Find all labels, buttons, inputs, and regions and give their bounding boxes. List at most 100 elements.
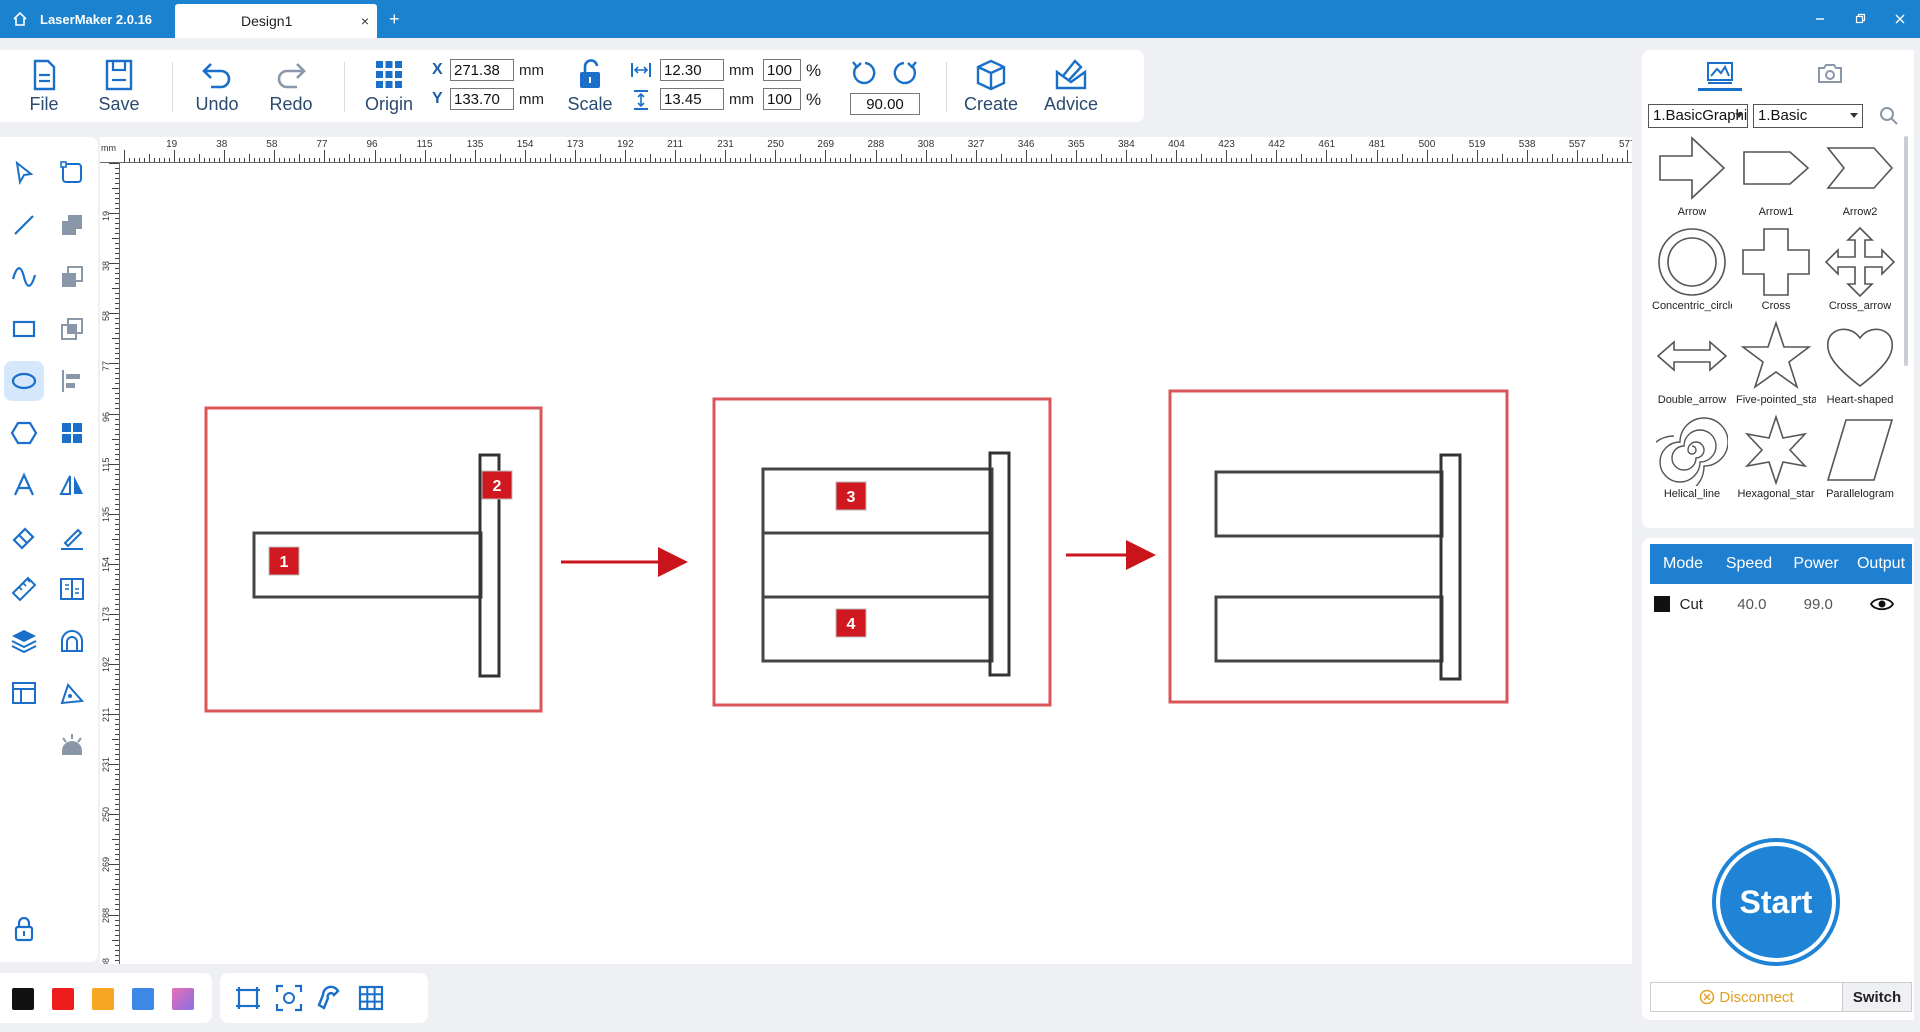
new-tab-button[interactable]: + xyxy=(389,9,400,30)
tab-graphics-library[interactable] xyxy=(1680,55,1760,91)
polygon-tool[interactable] xyxy=(4,413,44,453)
layout-icon xyxy=(12,682,36,704)
rotate-ccw-icon xyxy=(852,61,876,85)
x-position-input[interactable] xyxy=(450,59,514,81)
layer-row[interactable]: Cut 40.0 99.0 xyxy=(1650,586,1912,622)
node-edit-tool[interactable] xyxy=(52,153,92,193)
rectangle-tool[interactable] xyxy=(4,309,44,349)
shape-cross[interactable]: Cross xyxy=(1734,226,1818,320)
home-icon[interactable] xyxy=(0,0,40,38)
shape-list-scrollbar[interactable] xyxy=(1904,136,1908,366)
save-button[interactable]: Save xyxy=(84,58,154,115)
grid-toggle-button[interactable] xyxy=(356,983,386,1013)
shape-arrow[interactable]: Arrow xyxy=(1650,132,1734,226)
array-tool[interactable] xyxy=(52,413,92,453)
shape-concentric-circles[interactable]: Concentric_circles xyxy=(1650,226,1734,320)
shape-helical-line[interactable]: Helical_line xyxy=(1650,414,1734,508)
diagram-step-1[interactable] xyxy=(204,406,543,713)
color-swatch-blue[interactable] xyxy=(132,988,154,1010)
close-icon[interactable] xyxy=(1880,0,1920,38)
diagram-step-2[interactable] xyxy=(712,397,1052,707)
app-name: LaserMaker 2.0.16 xyxy=(40,11,153,27)
sign-tool[interactable] xyxy=(52,517,92,557)
magnet-snap-button[interactable] xyxy=(315,983,345,1013)
color-swatch-black[interactable] xyxy=(12,988,34,1010)
shape-five-pointed-star[interactable]: Five-pointed_star xyxy=(1734,320,1818,414)
select-tool[interactable] xyxy=(4,153,44,193)
switch-button[interactable]: Switch xyxy=(1843,983,1911,1011)
height-icon xyxy=(634,90,648,110)
laser-light-tool[interactable] xyxy=(52,725,92,765)
color-swatch-pink[interactable] xyxy=(172,988,194,1010)
shape-search-button[interactable] xyxy=(1878,105,1900,127)
origin-button[interactable]: Origin xyxy=(354,58,424,115)
lock-tool[interactable] xyxy=(4,909,44,949)
start-button[interactable]: Start xyxy=(1712,838,1840,966)
tab-design1[interactable]: Design1 × xyxy=(175,4,377,38)
layer-speed[interactable]: 40.0 xyxy=(1719,596,1785,613)
spiral-icon xyxy=(1656,417,1728,486)
layer-power[interactable]: 99.0 xyxy=(1785,596,1851,613)
eraser-tool[interactable] xyxy=(4,517,44,557)
fit-selection-button[interactable] xyxy=(274,983,304,1013)
shape-label: Concentric_circles xyxy=(1652,300,1732,312)
height-percent-input[interactable] xyxy=(763,88,801,110)
file-button[interactable]: File xyxy=(9,58,79,115)
height-input[interactable] xyxy=(660,88,724,110)
ellipse-tool[interactable] xyxy=(4,361,44,401)
minimize-icon[interactable] xyxy=(1800,0,1840,38)
shape-heart[interactable]: Heart-shaped xyxy=(1818,320,1900,414)
color-swatch-orange[interactable] xyxy=(92,988,114,1010)
rotate-cw-button[interactable] xyxy=(888,58,920,88)
file-label: File xyxy=(29,94,59,114)
category-select[interactable]: 1.Basic xyxy=(1753,104,1863,128)
measure-tool[interactable] xyxy=(4,569,44,609)
offset-tool[interactable] xyxy=(52,621,92,661)
connection-bar: Disconnect Switch xyxy=(1650,982,1912,1012)
layers-tool[interactable] xyxy=(4,621,44,661)
rotate-ccw-button[interactable] xyxy=(849,58,881,88)
shape-cross-arrow[interactable]: Cross_arrow xyxy=(1818,226,1900,320)
layer-mode[interactable]: Cut xyxy=(1680,596,1719,613)
shape-arrow1[interactable]: Arrow1 xyxy=(1734,132,1818,226)
create-label: Create xyxy=(963,94,1019,114)
shape-arrow2[interactable]: Arrow2 xyxy=(1818,132,1900,226)
union-tool[interactable] xyxy=(52,205,92,245)
tab-camera[interactable] xyxy=(1790,55,1870,91)
layer-color-swatch[interactable] xyxy=(1654,596,1670,612)
text-tool[interactable] xyxy=(4,465,44,505)
library-select[interactable]: 1.BasicGraphics xyxy=(1648,104,1748,128)
shape-hexagonal-star[interactable]: Hexagonal_star xyxy=(1734,414,1818,508)
undo-button[interactable]: Undo xyxy=(182,58,252,115)
group-tool[interactable] xyxy=(52,569,92,609)
width-input[interactable] xyxy=(660,59,724,81)
intersect-tool[interactable] xyxy=(52,309,92,349)
design-canvas[interactable]: mm 19 38 58 77 96 115 135 154 173 192 211 231 250 269… xyxy=(100,137,1632,964)
shape-label: Double_arrow xyxy=(1657,394,1727,406)
rotation-input[interactable] xyxy=(850,93,920,115)
curve-tool[interactable] xyxy=(4,257,44,297)
shape-parallelogram[interactable]: Parallelogram xyxy=(1818,414,1900,508)
maximize-icon[interactable] xyxy=(1840,0,1880,38)
redo-button[interactable]: Redo xyxy=(256,58,326,115)
diagram-step-3[interactable] xyxy=(1168,389,1509,704)
disconnect-button[interactable]: Disconnect xyxy=(1651,983,1843,1011)
layout-tool[interactable] xyxy=(4,673,44,713)
subtract-tool[interactable] xyxy=(52,257,92,297)
fit-page-button[interactable] xyxy=(233,983,263,1013)
pen-path-tool[interactable] xyxy=(52,673,92,713)
advice-button[interactable]: Advice xyxy=(1036,58,1106,115)
line-tool[interactable] xyxy=(4,205,44,245)
scale-lock-button[interactable]: Scale xyxy=(555,58,625,115)
shape-label: Hexagonal_star xyxy=(1737,488,1815,500)
shape-double-arrow[interactable]: Double_arrow xyxy=(1650,320,1734,414)
y-position-input[interactable] xyxy=(450,88,514,110)
color-swatch-red[interactable] xyxy=(52,988,74,1010)
width-percent-input[interactable] xyxy=(763,59,801,81)
layer-output-toggle[interactable] xyxy=(1851,596,1912,612)
rotate-cw-icon xyxy=(893,61,917,85)
tab-close-button[interactable]: × xyxy=(361,13,369,29)
mirror-tool[interactable] xyxy=(52,465,92,505)
create-button[interactable]: Create xyxy=(956,58,1026,115)
align-tool[interactable] xyxy=(52,361,92,401)
